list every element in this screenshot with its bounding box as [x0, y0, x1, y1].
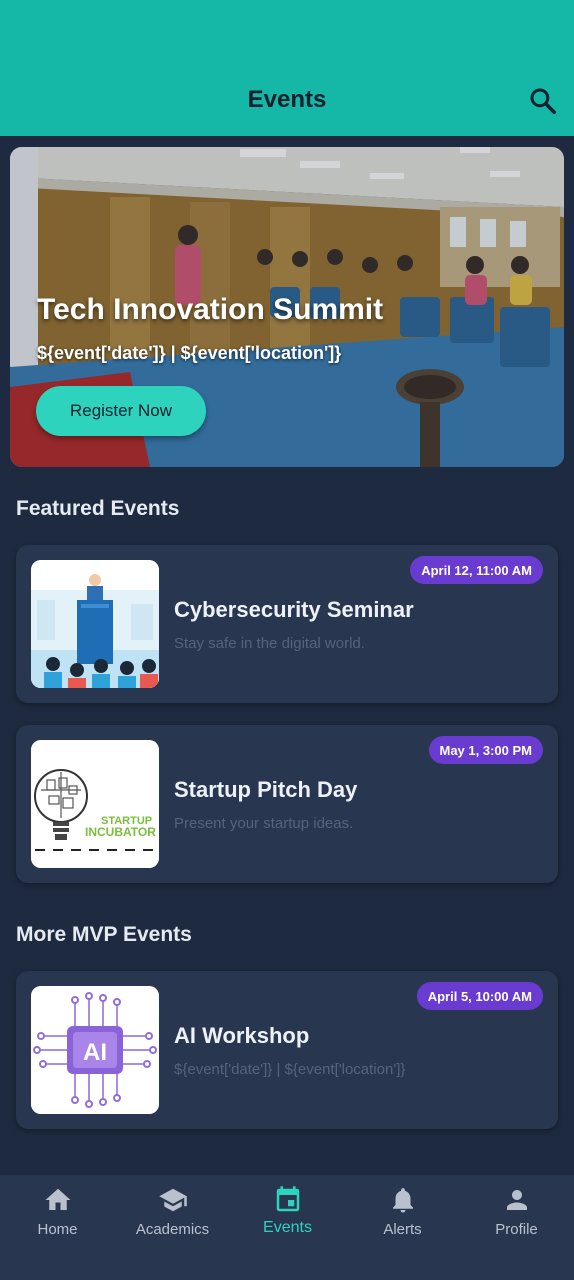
app-header: Events — [0, 0, 574, 136]
home-icon — [45, 1188, 71, 1210]
nav-label: Alerts — [383, 1221, 422, 1238]
event-description: Stay safe in the digital world. — [174, 635, 365, 652]
nav-item-academics[interactable]: Academics — [115, 1175, 230, 1280]
nav-item-events[interactable]: Events — [230, 1175, 345, 1280]
nav-label: Home — [37, 1221, 78, 1238]
event-description: Present your startup ideas. — [174, 815, 354, 832]
bell-icon — [393, 1188, 413, 1213]
graduation-cap-icon — [159, 1188, 187, 1212]
event-title: AI Workshop — [174, 1023, 310, 1048]
ai-chip-illustration: AI — [31, 986, 159, 1114]
nav-item-alerts[interactable]: Alerts — [345, 1175, 460, 1280]
hero-subtitle: ${event['date']} | ${event['location']} — [37, 343, 342, 363]
event-date-badge: April 12, 11:00 AM — [410, 556, 543, 584]
nav-label: Profile — [495, 1221, 538, 1238]
speaker-illustration — [31, 560, 159, 688]
event-title: Startup Pitch Day — [174, 777, 358, 802]
lightbulb-illustration: STARTUP INCUBATOR — [31, 740, 159, 868]
event-card-startup-pitch[interactable]: STARTUP INCUBATOR May 1, 3:00 PM Startup… — [16, 725, 558, 883]
hero-banner[interactable]: Tech Innovation Summit ${event['date']} … — [10, 147, 564, 467]
event-card-cybersecurity[interactable]: April 12, 11:00 AM Cybersecurity Seminar… — [16, 545, 558, 703]
event-thumbnail — [31, 560, 159, 688]
hero-title: Tech Innovation Summit — [37, 293, 384, 326]
event-thumbnail: AI — [31, 986, 159, 1114]
event-card-ai-workshop[interactable]: AI April 5, 10:00 AM AI Workshop ${event… — [16, 971, 558, 1129]
event-date-badge: April 5, 10:00 AM — [416, 982, 543, 1010]
nav-item-profile[interactable]: Profile — [459, 1175, 574, 1280]
event-description: ${event['date']} | ${event['location']} — [174, 1061, 406, 1078]
ai-chip-label: AI — [83, 1039, 107, 1066]
event-thumbnail: STARTUP INCUBATOR — [31, 740, 159, 868]
event-date-badge: May 1, 3:00 PM — [428, 736, 543, 764]
more-events-heading: More MVP Events — [16, 923, 192, 946]
person-icon — [507, 1190, 527, 1210]
nav-label: Academics — [135, 1221, 210, 1238]
nav-label: Events — [263, 1219, 312, 1236]
calendar-icon — [276, 1186, 300, 1212]
featured-events-heading: Featured Events — [16, 497, 180, 520]
page-title: Events — [247, 86, 327, 113]
register-now-button[interactable]: Register Now — [36, 386, 206, 436]
search-icon[interactable] — [528, 86, 558, 116]
event-title: Cybersecurity Seminar — [174, 597, 414, 622]
bottom-navigation: Home Academics Events Alerts Profile — [0, 1175, 574, 1280]
nav-item-home[interactable]: Home — [0, 1175, 115, 1280]
incubator-label: INCUBATOR — [85, 825, 156, 839]
